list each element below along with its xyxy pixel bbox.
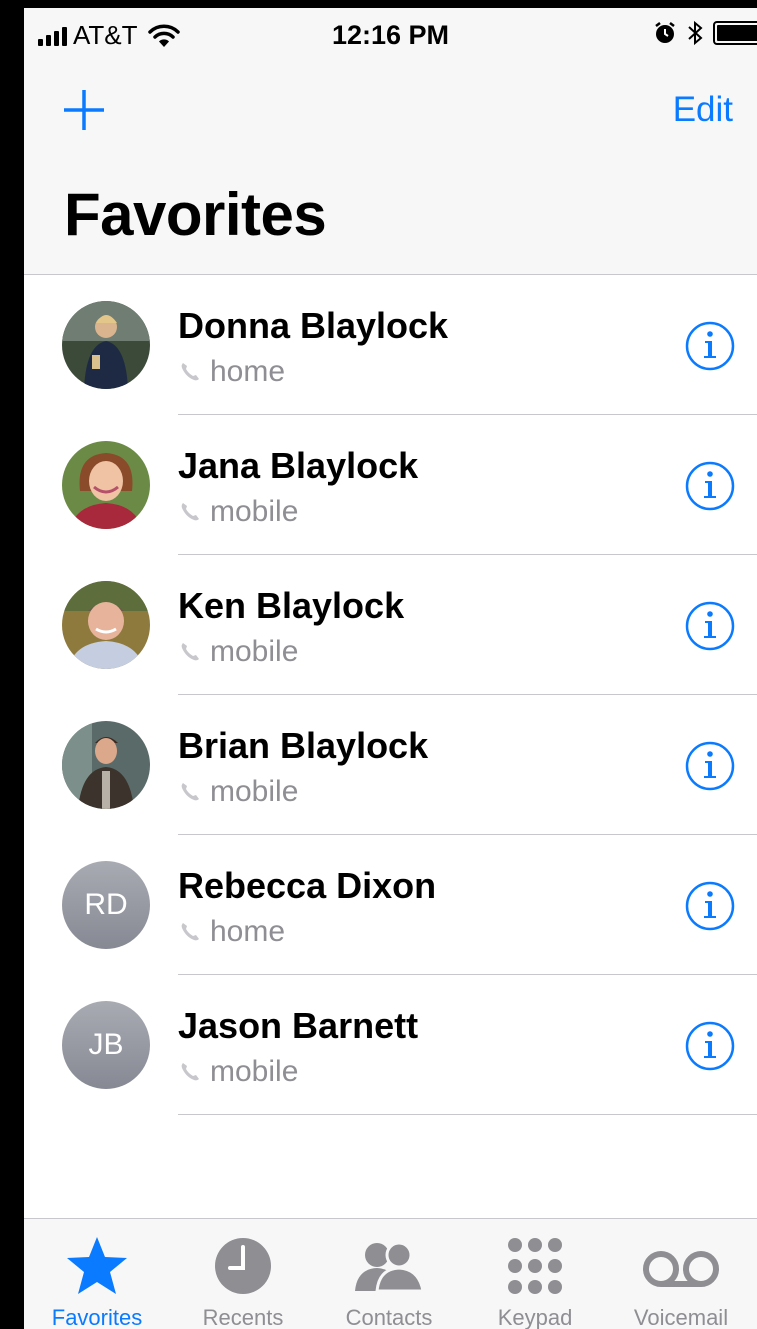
tab-contacts[interactable]: Contacts: [316, 1219, 462, 1329]
tab-recents[interactable]: Recents: [170, 1219, 316, 1329]
list-item[interactable]: Ken Blaylock mobile: [24, 555, 757, 695]
info-icon[interactable]: [685, 601, 735, 651]
info-icon[interactable]: [685, 881, 735, 931]
tab-keypad[interactable]: Keypad: [462, 1219, 608, 1329]
status-right: [653, 20, 757, 46]
contact-phone-type: mobile: [178, 495, 298, 529]
contact-phone-type: mobile: [178, 1055, 298, 1089]
phone-icon: [181, 1063, 199, 1081]
contact-phone-type: mobile: [178, 635, 298, 669]
list-item[interactable]: Donna Blaylock home: [24, 275, 757, 415]
contact-phone-type: home: [178, 915, 285, 949]
phone-type-label: home: [210, 915, 286, 948]
phone-icon: [181, 643, 199, 661]
avatar: [62, 581, 150, 669]
avatar: RD: [62, 861, 150, 949]
list-item[interactable]: Brian Blaylock mobile: [24, 695, 757, 835]
phone-icon: [181, 783, 199, 801]
contact-name: Donna Blaylock: [178, 305, 449, 346]
edit-button[interactable]: Edit: [673, 90, 733, 130]
phone-icon: [181, 503, 199, 521]
phone-type-label: mobile: [210, 775, 299, 808]
plus-icon[interactable]: [62, 88, 106, 132]
info-icon[interactable]: [685, 461, 735, 511]
tab-label: Contacts: [345, 1305, 433, 1329]
alarm-icon: [655, 22, 675, 43]
avatar: [62, 301, 150, 389]
avatar: JB: [62, 1001, 150, 1089]
status-time: 12:16 PM: [331, 20, 450, 50]
info-icon[interactable]: [685, 1021, 735, 1071]
nav-bar: Edit Favorites: [24, 60, 757, 275]
tab-favorites[interactable]: Favorites: [24, 1219, 170, 1329]
star-icon: [67, 1237, 127, 1294]
contact-name: Brian Blaylock: [178, 725, 429, 766]
contact-name: Jana Blaylock: [178, 445, 419, 486]
contact-name: Rebecca Dixon: [178, 865, 437, 906]
tab-label: Voicemail: [633, 1305, 729, 1329]
list-item[interactable]: Jana Blaylock mobile: [24, 415, 757, 555]
tab-voicemail[interactable]: Voicemail: [608, 1219, 754, 1329]
voicemail-icon: [643, 1251, 719, 1287]
phone-type-label: home: [210, 355, 286, 388]
page-title: Favorites: [64, 181, 327, 248]
contact-phone-type: mobile: [178, 775, 298, 809]
info-icon[interactable]: [685, 321, 735, 371]
contacts-icon: [355, 1241, 425, 1293]
info-icon[interactable]: [685, 741, 735, 791]
list-item[interactable]: RD Rebecca Dixon home: [24, 835, 757, 975]
list-item[interactable]: JB Jason Barnett mobile: [24, 975, 757, 1115]
tab-label: Recents: [202, 1305, 284, 1329]
contact-name: Ken Blaylock: [178, 585, 405, 626]
tab-label: Keypad: [497, 1305, 573, 1329]
bluetooth-icon: [688, 20, 703, 46]
avatar: [62, 721, 150, 809]
status-bar: AT&T 12:16 PM: [24, 8, 757, 60]
contact-phone-type: home: [178, 355, 285, 389]
phone-icon: [181, 363, 199, 381]
phone-type-label: mobile: [210, 1055, 299, 1088]
row-separator: [178, 1114, 757, 1115]
clock-icon: [215, 1238, 271, 1294]
favorites-list: Donna Blaylock home Jana Blaylock mobile…: [24, 275, 757, 1115]
keypad-icon: [508, 1238, 562, 1294]
phone-icon: [181, 923, 199, 941]
tab-bar: Favorites Recents Contacts Keypad Voicem…: [24, 1218, 757, 1329]
phone-screen: AT&T 12:16 PM Edit Favorites Donna Blayl…: [24, 8, 757, 1329]
battery-icon: [713, 21, 757, 45]
contact-name: Jason Barnett: [178, 1005, 419, 1046]
phone-type-label: mobile: [210, 495, 299, 528]
tab-label: Favorites: [51, 1305, 143, 1329]
phone-type-label: mobile: [210, 635, 299, 668]
avatar: [62, 441, 150, 529]
